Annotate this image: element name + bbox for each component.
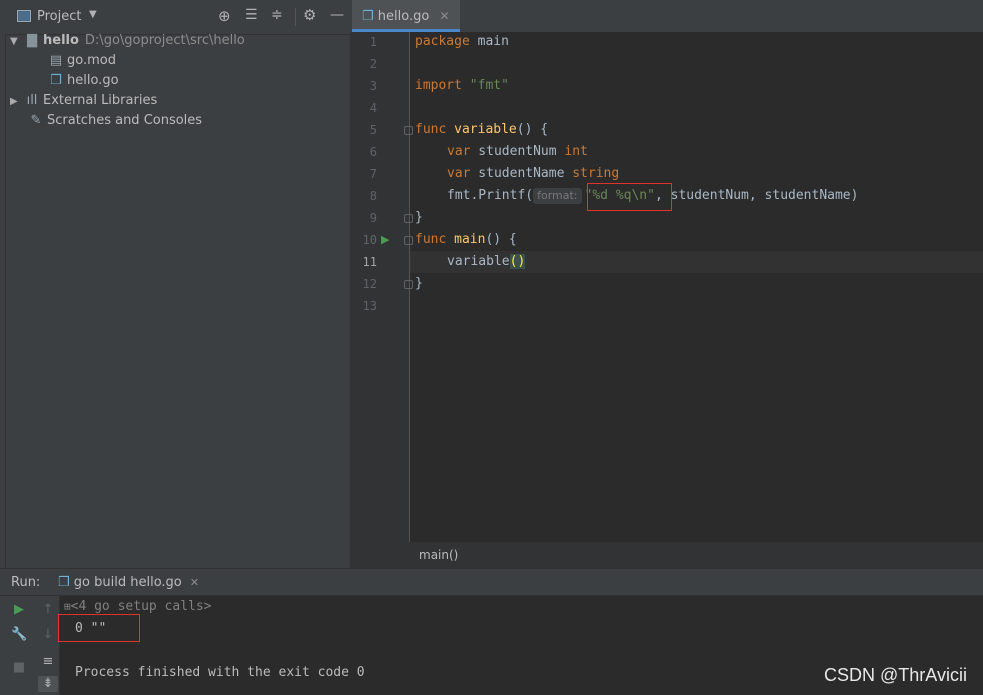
line-number: 5 bbox=[369, 123, 377, 137]
tab-label: hello.go bbox=[377, 9, 430, 24]
wrench-icon[interactable]: 🔧 bbox=[11, 627, 27, 643]
go-file-icon: ❒ bbox=[58, 575, 70, 590]
library-icon: ıll bbox=[26, 93, 38, 108]
up-arrow-icon[interactable]: ↑ bbox=[40, 602, 56, 618]
tree-item-scratches[interactable]: ✎ Scratches and Consoles bbox=[28, 111, 203, 131]
locate-icon[interactable]: ⊕ bbox=[218, 7, 231, 25]
collapse-all-icon[interactable]: ≑ bbox=[271, 7, 283, 23]
editor-tab-bar: ❒ hello.go ✕ bbox=[350, 0, 983, 33]
line-number: 9 bbox=[369, 211, 377, 225]
run-panel-header: Run: ❒ go build hello.go ✕ bbox=[0, 568, 983, 596]
line-number: 8 bbox=[369, 189, 377, 203]
fold-marker[interactable] bbox=[404, 236, 413, 245]
folder-icon: ▇ bbox=[27, 33, 37, 48]
code-line-3: import "fmt" bbox=[415, 78, 509, 93]
project-panel-header: Project ▼ ⊕ ☰ ≑ ⚙ — bbox=[5, 0, 350, 35]
fold-marker[interactable] bbox=[404, 126, 413, 135]
tool-window-strip bbox=[0, 0, 6, 568]
chevron-down-icon[interactable]: ▼ bbox=[89, 9, 97, 20]
line-number: 2 bbox=[369, 57, 377, 71]
file-icon: ▤ bbox=[49, 53, 63, 68]
separator bbox=[295, 8, 296, 26]
run-toolbar: ▶ ↑ 🔧 ↓ ■ ≡ ⇟ bbox=[0, 596, 60, 695]
tree-label: Scratches and Consoles bbox=[47, 113, 203, 128]
down-arrow-icon[interactable]: ↓ bbox=[40, 627, 56, 643]
fold-marker[interactable] bbox=[404, 280, 413, 289]
project-panel-title[interactable]: Project bbox=[37, 9, 81, 24]
code-line-12: } bbox=[415, 276, 423, 291]
code-line-11: variable() bbox=[447, 254, 526, 269]
line-number: 4 bbox=[369, 101, 377, 115]
tree-item-hello-go[interactable]: ❒ hello.go bbox=[48, 71, 119, 91]
code-line-5: func variable() { bbox=[415, 122, 549, 137]
scroll-to-end-icon[interactable]: ⇟ bbox=[38, 676, 58, 692]
tree-item-go-mod[interactable]: ▤ go.mod bbox=[48, 51, 116, 71]
project-view-icon[interactable] bbox=[17, 10, 31, 22]
line-number: 7 bbox=[369, 167, 377, 181]
code-line-10: func main() { bbox=[415, 232, 517, 247]
tree-label: External Libraries bbox=[43, 93, 158, 108]
line-number: 12 bbox=[362, 277, 377, 291]
run-label: Run: bbox=[11, 575, 41, 590]
stop-icon[interactable]: ■ bbox=[11, 660, 27, 676]
breadcrumb: main() bbox=[350, 542, 983, 569]
fold-marker[interactable] bbox=[404, 214, 413, 223]
line-number: 10 bbox=[362, 233, 377, 247]
highlight-box-format-string bbox=[587, 183, 672, 211]
tree-item-hello-folder[interactable]: ▼ ▇ hello D:\go\goproject\src\hello bbox=[10, 31, 245, 51]
tab-go-build[interactable]: ❒ go build hello.go ✕ bbox=[58, 575, 199, 590]
folder-name: hello bbox=[43, 33, 79, 48]
line-number: 13 bbox=[362, 299, 377, 313]
code-line-9: } bbox=[415, 210, 423, 225]
console-finished-message: Process finished with the exit code 0 bbox=[75, 665, 365, 680]
chevron-right-icon[interactable]: ▶ bbox=[10, 92, 24, 112]
tree-item-external-libraries[interactable]: ▶ ıll External Libraries bbox=[10, 91, 157, 111]
folder-path: D:\go\goproject\src\hello bbox=[84, 33, 245, 48]
expand-all-icon[interactable]: ☰ bbox=[245, 7, 258, 23]
chevron-down-icon[interactable]: ▼ bbox=[10, 32, 24, 52]
gear-icon[interactable]: ⚙ bbox=[303, 6, 316, 24]
go-file-icon: ❒ bbox=[362, 9, 374, 24]
line-number: 6 bbox=[369, 145, 377, 159]
file-name: go.mod bbox=[67, 53, 116, 68]
soft-wrap-icon[interactable]: ≡ bbox=[40, 654, 56, 670]
go-file-icon: ❒ bbox=[50, 73, 62, 88]
tab-label: go build hello.go bbox=[73, 575, 182, 590]
file-name: hello.go bbox=[67, 73, 119, 88]
parameter-hint: format: bbox=[533, 188, 582, 204]
line-number: 11 bbox=[362, 255, 377, 269]
highlight-box-output bbox=[58, 614, 140, 642]
code-line-1: package main bbox=[415, 34, 509, 49]
breadcrumb-item[interactable]: main() bbox=[419, 548, 458, 562]
line-number: 3 bbox=[369, 79, 377, 93]
close-icon[interactable]: ✕ bbox=[439, 9, 449, 23]
scratches-icon: ✎ bbox=[30, 113, 42, 128]
code-area[interactable] bbox=[410, 32, 983, 542]
code-line-6: var studentNum int bbox=[447, 144, 588, 159]
code-line-7: var studentName string bbox=[447, 166, 620, 181]
hide-panel-icon[interactable]: — bbox=[330, 7, 344, 23]
rerun-icon[interactable]: ▶ bbox=[11, 602, 27, 618]
line-number: 1 bbox=[369, 35, 377, 49]
tab-hello-go[interactable]: ❒ hello.go ✕ bbox=[352, 0, 460, 32]
run-icon[interactable]: ▶ bbox=[381, 233, 389, 246]
expand-icon[interactable]: ⊞ bbox=[64, 600, 71, 613]
watermark: CSDN @ThrAvicii bbox=[824, 665, 967, 685]
matched-parens: () bbox=[509, 254, 526, 269]
close-icon[interactable]: ✕ bbox=[190, 576, 199, 589]
